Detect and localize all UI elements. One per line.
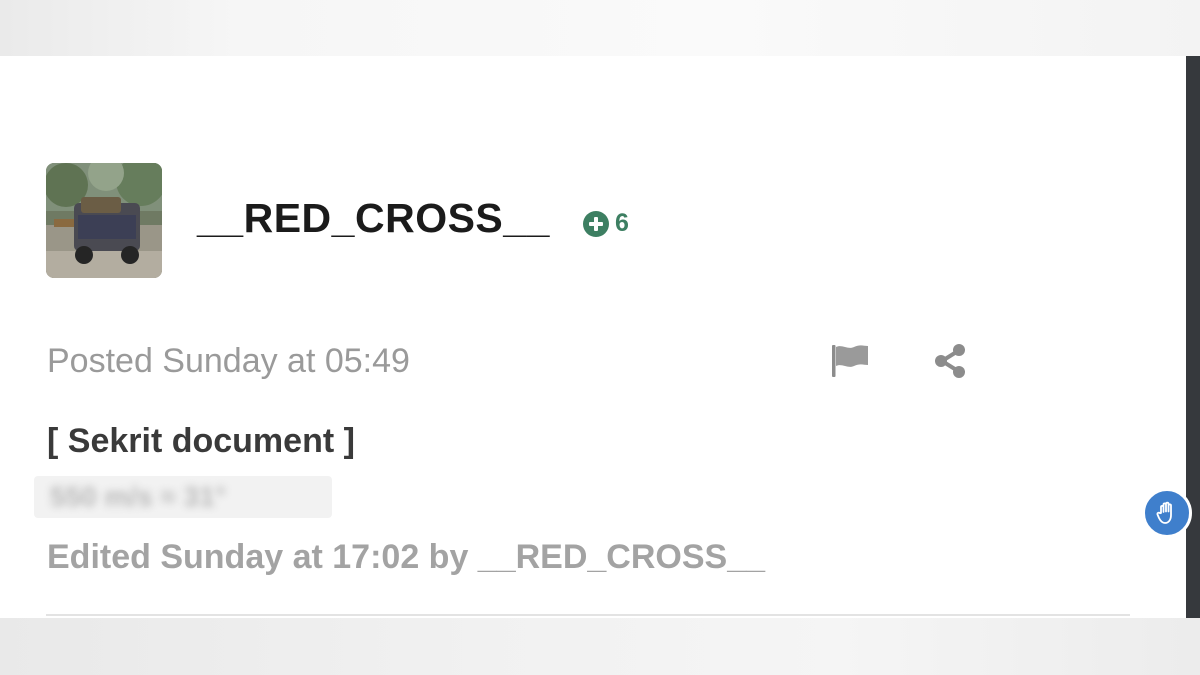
hand-icon [1156,501,1172,524]
flag-icon [832,345,868,377]
reputation-count: 6 [615,209,629,237]
avatar-image [46,163,162,278]
divider [46,614,1130,616]
top-background-strip [0,0,1200,56]
avatar[interactable] [46,163,162,278]
plus-circle-icon [583,210,609,237]
post-card [0,56,1186,618]
reputation-badge[interactable]: 6 [583,209,629,238]
share-icon [935,344,965,378]
screen: __RED_CROSS__ 6 Posted Sunday at 05:49 [… [0,0,1200,675]
blurred-content: 550 m/s ≈ 31° [34,476,332,518]
share-button[interactable] [932,343,970,379]
report-button[interactable] [830,343,870,379]
username[interactable]: __RED_CROSS__ [197,195,550,242]
posted-date[interactable]: Posted Sunday at 05:49 [47,342,410,381]
edited-note: Edited Sunday at 17:02 by __RED_CROSS__ [47,538,766,576]
blurred-text: 550 m/s ≈ 31° [50,481,227,512]
right-scroll-rail[interactable] [1186,56,1200,618]
floating-hand-button[interactable] [1142,488,1192,538]
bottom-background-strip [0,618,1200,675]
post-title: [ Sekrit document ] [47,422,355,460]
